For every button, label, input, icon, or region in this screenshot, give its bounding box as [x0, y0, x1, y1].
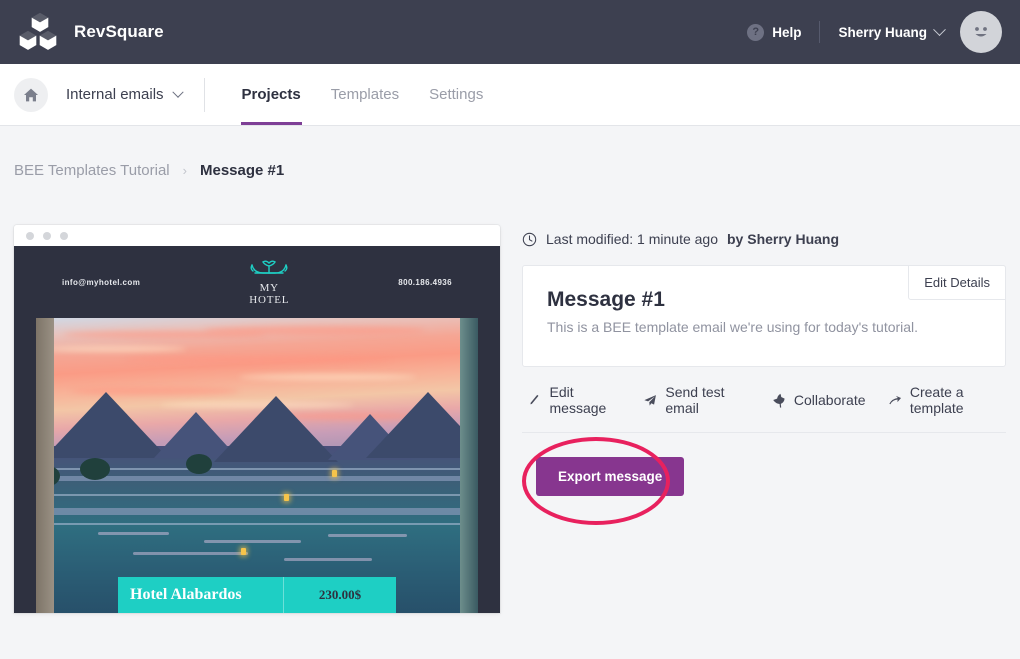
create-template-action[interactable]: Create a template — [888, 384, 1005, 416]
hut-roof — [214, 396, 338, 462]
pushpin-icon — [769, 392, 786, 409]
email-body: info@myhotel.com MY — [14, 246, 500, 613]
nav-tabs: Projects Templates Settings — [227, 64, 499, 125]
home-icon — [23, 87, 39, 103]
project-selector[interactable]: Internal emails — [66, 86, 182, 103]
question-mark-icon: ? — [747, 24, 764, 41]
right-palm — [460, 318, 478, 613]
project-selector-label: Internal emails — [66, 86, 164, 103]
message-description: This is a BEE template email we're using… — [547, 319, 981, 335]
arrow-curve-icon — [888, 392, 902, 409]
message-actions-row: Edit message Send test email Collaborate… — [522, 367, 1006, 433]
pier-rail — [36, 494, 478, 496]
message-info-card: Edit Details Message #1 This is a BEE te… — [522, 265, 1006, 367]
user-name-label: Sherry Huang — [838, 25, 927, 40]
edit-message-action[interactable]: Edit message — [528, 384, 621, 416]
preview-window-chrome — [14, 225, 500, 246]
edit-message-label: Edit message — [550, 384, 622, 416]
tab-settings-label: Settings — [429, 86, 483, 103]
export-message-button[interactable]: Export message — [536, 457, 684, 496]
crown-ornament-icon — [247, 259, 291, 281]
main-content: info@myhotel.com MY — [0, 179, 1020, 613]
hotel-offer-banner: Hotel Alabardos 230.00$ — [118, 577, 396, 613]
pencil-icon — [528, 392, 542, 408]
help-label: Help — [772, 25, 801, 40]
window-dot-icon — [43, 232, 51, 240]
pier-rail — [36, 523, 478, 525]
lamp-light — [284, 494, 289, 501]
user-menu-button[interactable]: Sherry Huang — [838, 25, 944, 40]
breadcrumb: BEE Templates Tutorial › Message #1 — [0, 126, 1020, 179]
send-test-email-label: Send test email — [665, 384, 747, 416]
header-right-group: ? Help Sherry Huang — [747, 11, 1002, 53]
send-test-email-action[interactable]: Send test email — [643, 384, 747, 416]
chevron-down-icon — [172, 86, 183, 97]
nav-divider — [204, 78, 205, 112]
foliage — [80, 458, 110, 480]
tab-templates[interactable]: Templates — [316, 64, 414, 125]
export-section: Export message — [522, 433, 1006, 496]
last-modified-row: Last modified: 1 minute ago by Sherry Hu… — [522, 231, 1006, 247]
message-details-panel: Last modified: 1 minute ago by Sherry Hu… — [522, 225, 1006, 613]
email-logo-line1: MY — [247, 282, 291, 294]
tab-settings[interactable]: Settings — [414, 64, 498, 125]
hotel-name: Hotel Alabardos — [118, 586, 283, 604]
breadcrumb-separator-icon: › — [183, 163, 187, 178]
lamp-light — [241, 548, 246, 555]
email-phone-number: 800.186.4936 — [398, 278, 452, 287]
breadcrumb-current: Message #1 — [200, 162, 284, 179]
tab-projects-label: Projects — [242, 86, 301, 103]
email-logo: MY HOTEL — [247, 259, 291, 306]
foliage — [186, 454, 212, 474]
top-header-bar: RevSquare ? Help Sherry Huang — [0, 0, 1020, 64]
tab-projects[interactable]: Projects — [227, 64, 316, 125]
navigation-bar: Internal emails Projects Templates Setti… — [0, 64, 1020, 126]
breadcrumb-parent-link[interactable]: BEE Templates Tutorial — [14, 162, 170, 179]
last-modified-author: by Sherry Huang — [727, 231, 839, 247]
hotel-price: 230.00$ — [284, 587, 396, 603]
help-button[interactable]: ? Help — [747, 24, 801, 41]
window-dot-icon — [60, 232, 68, 240]
cubes-logo-icon — [18, 11, 58, 53]
lamp-light — [332, 470, 337, 477]
paper-plane-icon — [643, 392, 657, 409]
hut-roof — [44, 392, 168, 458]
email-hero-image: Hotel Alabardos 230.00$ — [36, 318, 478, 613]
collaborate-label: Collaborate — [794, 392, 866, 408]
edit-details-button[interactable]: Edit Details — [908, 265, 1006, 300]
left-pillar — [36, 318, 54, 613]
last-modified-text: Last modified: 1 minute ago — [546, 231, 718, 247]
home-button[interactable] — [14, 78, 48, 112]
chevron-down-icon — [933, 23, 946, 36]
email-header-row: info@myhotel.com MY — [14, 246, 500, 318]
create-template-label: Create a template — [910, 384, 1004, 416]
brand[interactable]: RevSquare — [18, 11, 164, 53]
pier-deck — [36, 508, 478, 515]
brand-name: RevSquare — [74, 22, 164, 42]
email-logo-line2: HOTEL — [247, 294, 291, 306]
smiley-face-avatar-icon — [966, 17, 996, 47]
collaborate-action[interactable]: Collaborate — [769, 392, 866, 409]
email-contact-address: info@myhotel.com — [62, 278, 140, 287]
clock-icon — [522, 232, 537, 247]
tab-templates-label: Templates — [331, 86, 399, 103]
window-dot-icon — [26, 232, 34, 240]
header-divider — [819, 21, 820, 43]
email-preview-card[interactable]: info@myhotel.com MY — [14, 225, 500, 613]
avatar[interactable] — [960, 11, 1002, 53]
